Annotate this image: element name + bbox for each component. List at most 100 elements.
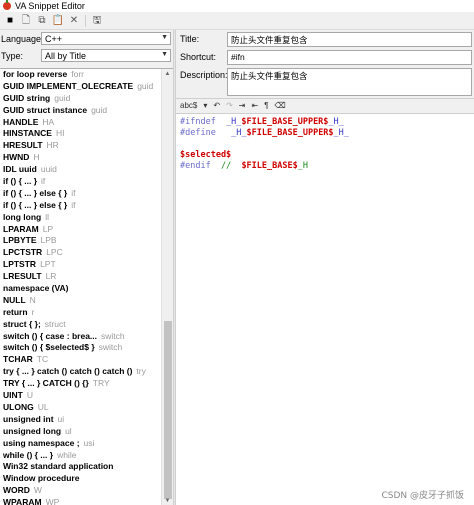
language-row: Language: C++ ▼ — [0, 32, 173, 46]
list-item[interactable]: HANDLE HA — [0, 117, 160, 129]
clear-format-icon[interactable]: ⌫ — [274, 102, 285, 110]
pilcrow-icon[interactable]: ¶ — [264, 102, 268, 110]
list-item[interactable]: Window procedure — [0, 473, 160, 485]
list-item[interactable]: HINSTANCE HI — [0, 128, 160, 140]
type-select[interactable]: All by Title ▼ — [41, 49, 171, 62]
save-icon[interactable]: 🖫 — [91, 15, 103, 27]
language-select[interactable]: C++ ▼ — [41, 32, 171, 45]
snippet-shortcut: TC — [36, 354, 49, 365]
language-label: Language: — [1, 34, 44, 44]
list-item[interactable]: namespace (VA) — [0, 283, 160, 295]
snippet-shortcut: ll — [45, 211, 50, 222]
list-item[interactable]: if () { ... } else { } if — [0, 188, 160, 200]
outdent-icon[interactable]: ⇤ — [251, 102, 258, 110]
list-item[interactable]: return r — [0, 307, 160, 319]
snippet-title: struct { }; — [3, 318, 41, 329]
list-item[interactable]: UINT U — [0, 390, 160, 402]
list-item[interactable]: GUID string guid — [0, 93, 160, 105]
list-item[interactable]: GUID IMPLEMENT_OLECREATE guid — [0, 81, 160, 93]
window-title: VA Snippet Editor — [15, 1, 85, 11]
snippet-shortcut: LPT — [40, 259, 56, 270]
snippet-title: unsigned long — [3, 425, 62, 436]
dropdown-arrow-icon[interactable]: ▾ — [203, 102, 207, 110]
title-bar: VA Snippet Editor — [0, 0, 474, 12]
list-item[interactable]: IDL uuid uuid — [0, 164, 160, 176]
list-item[interactable]: switch () { $selected$ } switch — [0, 342, 160, 354]
snippet-shortcut: UL — [37, 401, 49, 412]
list-item[interactable]: try { ... } catch () catch () catch () tr… — [0, 366, 160, 378]
scroll-up-icon[interactable]: ▲ — [162, 69, 173, 79]
scroll-thumb[interactable] — [164, 321, 172, 499]
language-value: C++ — [45, 33, 63, 44]
list-item[interactable]: WORD W — [0, 485, 160, 497]
snippet-shortcut: switch — [98, 342, 123, 353]
list-item[interactable]: HWND H — [0, 152, 160, 164]
snippet-title: GUID IMPLEMENT_OLECREATE — [3, 80, 134, 91]
list-item[interactable]: ULONG UL — [0, 402, 160, 414]
stop-square-icon[interactable]: ■ — [4, 15, 16, 27]
list-item[interactable]: if () { ... } else { } if — [0, 200, 160, 212]
code-variable: $FILE_BASE_UPPER$ — [246, 128, 334, 138]
preprocessor-keyword: #define — [180, 128, 216, 138]
shortcut-row: Shortcut: #ifn — [176, 50, 474, 65]
snippet-title: LPCTSTR — [3, 247, 43, 258]
new-document-icon[interactable]: 🗋 — [20, 15, 32, 27]
list-item[interactable]: LRESULT LR — [0, 271, 160, 283]
list-item[interactable]: Win32 standard application — [0, 461, 160, 473]
watermark: CSDN @皮牙子抓饭 — [381, 491, 464, 501]
snippet-title: using namespace ; — [3, 437, 80, 448]
list-item[interactable]: GUID struct instance guid — [0, 105, 160, 117]
snippet-shortcut: if — [71, 187, 76, 198]
copy-icon[interactable]: ⧉ — [36, 15, 48, 27]
snippet-shortcut: uuid — [40, 164, 57, 175]
snippet-title: if () { ... } — [3, 176, 37, 187]
list-item[interactable]: struct { }; struct — [0, 319, 160, 331]
snippet-shortcut: LPC — [46, 247, 63, 258]
list-item[interactable]: for loop reverse forr — [0, 69, 160, 81]
code-variable: $FILE_BASE$ — [241, 161, 298, 171]
list-item[interactable]: LPTSTR LPT — [0, 259, 160, 271]
list-item[interactable]: switch () { case : brea... switch — [0, 331, 160, 343]
description-label: Description: — [180, 70, 228, 80]
list-item[interactable]: unsigned long ul — [0, 426, 160, 438]
paste-icon[interactable]: 📋 — [52, 15, 64, 27]
undo-icon[interactable]: ↶ — [213, 102, 220, 110]
list-item[interactable]: TRY { ... } CATCH () {} TRY — [0, 378, 160, 390]
code-editor[interactable]: #ifndef _H_$FILE_BASE_UPPER$_H_ #define … — [176, 114, 474, 505]
snippet-title: HWND — [3, 152, 30, 163]
delete-x-icon[interactable]: ✕ — [68, 15, 80, 27]
vertical-scrollbar[interactable]: ▲ ▼ — [161, 69, 173, 505]
list-item[interactable]: WPARAM WP — [0, 497, 160, 505]
list-item[interactable]: long long ll — [0, 212, 160, 224]
snippet-shortcut: HA — [42, 116, 55, 127]
list-item[interactable]: LPCTSTR LPC — [0, 247, 160, 259]
list-item[interactable]: while () { ... } while — [0, 450, 160, 462]
description-textarea[interactable]: 防止头文件重复包含 — [227, 68, 472, 96]
list-item[interactable]: if () { ... } if — [0, 176, 160, 188]
snippet-shortcut: switch — [101, 330, 125, 341]
list-item[interactable]: LPARAM LP — [0, 224, 160, 236]
snippet-shortcut: forr — [71, 69, 84, 79]
snippet-shortcut: try — [136, 366, 146, 377]
type-label: Type: — [1, 51, 24, 61]
redo-icon[interactable]: ↷ — [226, 102, 233, 110]
list-item[interactable]: NULL N — [0, 295, 160, 307]
snippet-title: for loop reverse — [3, 69, 68, 79]
shortcut-input[interactable]: #ifn — [227, 50, 472, 65]
insert-variable-button[interactable]: abc$ — [180, 102, 197, 110]
title-input[interactable]: 防止头文件重复包含 — [227, 32, 472, 47]
list-item[interactable]: HRESULT HR — [0, 140, 160, 152]
list-item[interactable]: unsigned int ui — [0, 414, 160, 426]
list-item[interactable]: using namespace ; usi — [0, 438, 160, 450]
list-item[interactable]: LPBYTE LPB — [0, 235, 160, 247]
list-item[interactable]: TCHAR TC — [0, 354, 160, 366]
snippet-title: LPBYTE — [3, 235, 37, 246]
snippet-shortcut: H — [33, 152, 40, 163]
snippet-listbox[interactable]: for loop reverse forr GUID IMPLEMENT_OLECR… — [0, 68, 173, 505]
snippet-shortcut: r — [31, 306, 35, 317]
preprocessor-keyword: #ifndef — [180, 117, 216, 127]
scroll-down-icon[interactable]: ▼ — [162, 496, 173, 505]
description-row: Description: 防止头文件重复包含 — [176, 68, 474, 96]
indent-icon[interactable]: ⇥ — [239, 102, 246, 110]
snippet-title: WORD — [3, 485, 30, 496]
